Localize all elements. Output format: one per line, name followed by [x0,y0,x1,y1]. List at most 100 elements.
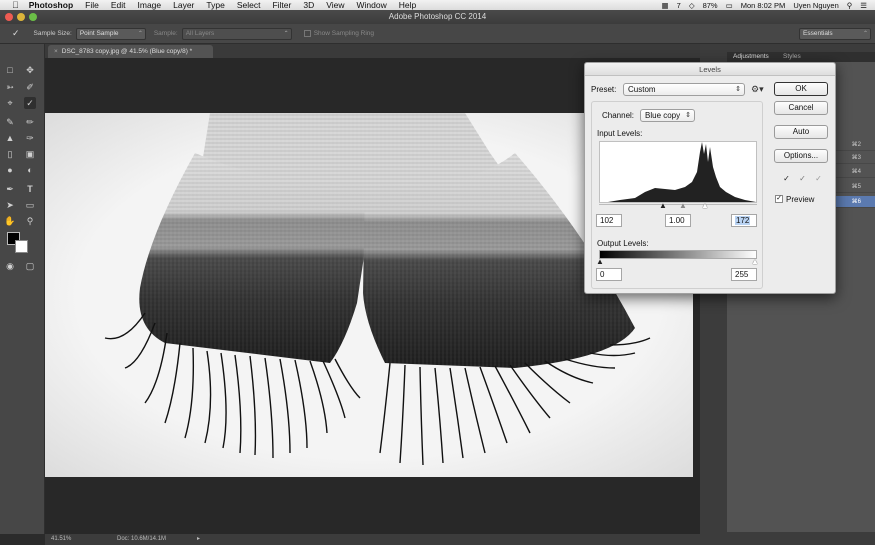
quick-mask-icon[interactable]: ◉ [4,260,16,272]
clock[interactable]: Mon 8:02 PM [741,1,786,10]
menu-window[interactable]: Window [357,0,387,10]
hand-tool-icon[interactable]: ✋ [4,215,16,227]
background-color-swatch[interactable] [15,240,28,253]
preview-checkbox[interactable]: ✓ [775,195,783,203]
menu-edit[interactable]: Edit [111,0,126,10]
quick-selection-tool-icon[interactable]: ✐ [24,81,36,93]
document-tab[interactable]: × DSC_8783 copy.jpg @ 41.5% (Blue copy/8)… [48,45,213,58]
output-white-field[interactable]: 255 [731,268,757,281]
output-black-field[interactable]: 0 [596,268,622,281]
eraser-tool-icon[interactable]: ▯ [4,148,16,160]
user-name[interactable]: Uyen Nguyen [793,1,838,10]
popup-arrows-icon: ⇕ [685,112,691,119]
sample-select[interactable]: All Layers [181,27,292,40]
popup-arrows-icon: ⇕ [735,86,741,93]
input-black-slider[interactable]: ▲ [659,202,667,210]
menu-image[interactable]: Image [138,0,162,10]
title-bar: Adobe Photoshop CC 2014 [0,10,875,24]
ok-button[interactable]: OK [774,82,828,96]
battery-icon[interactable]: ▭ [726,1,733,10]
path-selection-tool-icon[interactable]: ➤ [4,199,16,211]
type-tool-icon[interactable]: T [24,183,36,195]
menu-type[interactable]: Type [206,0,224,10]
menu-filter[interactable]: Filter [272,0,291,10]
cancel-button[interactable]: Cancel [774,101,828,115]
sample-size-label: Sample Size: [33,30,72,37]
minimize-window-button[interactable] [17,13,25,21]
output-white-slider[interactable]: ▲ [751,258,759,266]
wifi-icon[interactable]: ◇ [689,1,695,10]
pen-tool-icon[interactable]: ✒ [4,183,16,195]
move-tool-icon[interactable]: ✥ [24,64,36,76]
tools-panel: □ ✥ ➳ ✐ ⌖ ✓ ✎ ✏ ▲ ✑ ▯ ▣ ● ◐ ✒ T ➤ ▭ ✋ ⚲ … [0,44,45,534]
input-black-field[interactable]: 102 [596,214,622,227]
histogram [599,141,757,203]
dialog-title: Levels [585,63,835,76]
channel-shortcut: ⌘5 [851,184,861,190]
channel-shortcut: ⌘2 [851,142,861,148]
eyedropper-tool-icon[interactable]: ✓ [24,97,36,109]
zoom-tool-icon[interactable]: ⚲ [24,215,36,227]
sample-size-select[interactable]: Point Sample [75,27,146,40]
document-tab-label: DSC_8783 copy.jpg @ 41.5% (Blue copy/8) … [61,48,193,55]
input-slider-track [599,204,757,205]
preset-select[interactable]: Custom ⇕ [623,83,745,96]
channel-shortcut: ⌘3 [851,155,861,161]
menu-3d[interactable]: 3D [303,0,314,10]
menu-file[interactable]: File [85,0,99,10]
zoom-level[interactable]: 41.51% [51,534,71,545]
menu-select[interactable]: Select [237,0,261,10]
app-menu[interactable]: Photoshop [29,0,73,10]
notification-center-icon[interactable]: ☰ [860,1,867,10]
levels-dialog: Levels Preset: Custom ⇕ ⚙▾ OK Cancel Aut… [584,62,836,294]
output-black-slider[interactable]: ▲ [596,258,604,266]
lasso-tool-icon[interactable]: ➳ [4,81,16,93]
blur-tool-icon[interactable]: ● [4,164,16,176]
healing-brush-tool-icon[interactable]: ✎ [4,116,16,128]
rectangle-tool-icon[interactable]: ▭ [24,199,36,211]
tab-styles[interactable]: Styles [783,53,801,60]
gradient-tool-icon[interactable]: ▣ [24,148,36,160]
input-gamma-slider[interactable]: ▲ [679,202,687,210]
white-point-eyedropper-icon[interactable]: ✓ [813,173,824,184]
input-white-slider[interactable]: ▲ [701,202,709,210]
menu-layer[interactable]: Layer [173,0,194,10]
doc-size: Doc: 10.6M/14.1M [117,536,167,542]
window-title: Adobe Photoshop CC 2014 [388,12,487,21]
channel-select[interactable]: Blue copy ⇕ [640,109,695,122]
history-brush-tool-icon[interactable]: ✑ [24,132,36,144]
channel-value: Blue copy [645,111,681,120]
photoshop-window:  Photoshop File Edit Image Layer Type S… [0,0,875,545]
options-button[interactable]: Options... [774,149,828,163]
input-white-field[interactable]: 172 [731,214,757,227]
zoom-window-button[interactable] [29,13,37,21]
apple-icon[interactable]:  [12,0,19,10]
gray-point-eyedropper-icon[interactable]: ✓ [797,173,808,184]
notification-icon[interactable]: ▦ [662,1,669,10]
preset-options-gear-icon[interactable]: ⚙▾ [751,84,764,95]
clone-stamp-tool-icon[interactable]: ▲ [4,132,16,144]
workspace-select[interactable]: Essentials [799,28,871,40]
screen-mode-icon[interactable]: ▢ [24,260,36,272]
input-levels-label: Input Levels: [597,129,643,138]
dodge-tool-icon[interactable]: ◐ [24,164,36,176]
menu-help[interactable]: Help [399,0,416,10]
tab-close-icon[interactable]: × [54,48,58,55]
input-gamma-field[interactable]: 1.00 [665,214,691,227]
adjustments-panel-tabs: Adjustments Styles [727,52,875,62]
preset-value: Custom [628,85,656,94]
close-window-button[interactable] [5,13,13,21]
notification-count: 7 [676,0,681,10]
show-sampling-ring-checkbox[interactable] [303,30,311,37]
marquee-tool-icon[interactable]: □ [4,64,16,76]
status-menu-arrow-icon[interactable]: ▸ [197,534,200,545]
eyedropper-tool-preset-icon[interactable]: ✓ [12,28,20,39]
black-point-eyedropper-icon[interactable]: ✓ [781,173,792,184]
menu-view[interactable]: View [326,0,344,10]
tab-adjustments[interactable]: Adjustments [733,53,769,60]
sample-label: Sample: [153,30,178,37]
brush-tool-icon[interactable]: ✏ [24,116,36,128]
crop-tool-icon[interactable]: ⌖ [4,97,16,109]
auto-button[interactable]: Auto [774,125,828,139]
spotlight-icon[interactable]: ⚲ [847,1,853,10]
